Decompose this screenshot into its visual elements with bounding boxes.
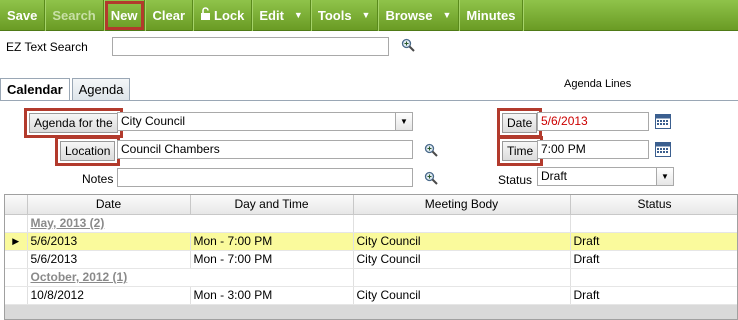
current-row-arrow-icon: ▶ bbox=[5, 232, 28, 251]
chevron-down-icon: ▼ bbox=[361, 10, 371, 20]
cell-date: 10/8/2012 bbox=[27, 286, 191, 305]
group-label[interactable]: May, 2013 (2) bbox=[27, 214, 354, 233]
status-label: Status bbox=[498, 173, 533, 187]
meetings-grid: Date Day and Time Meeting Body Status Ma… bbox=[4, 194, 738, 320]
cell-meeting-body: City Council bbox=[353, 286, 571, 305]
column-header-date[interactable]: Date bbox=[27, 195, 191, 215]
column-header-meeting-body[interactable]: Meeting Body bbox=[353, 195, 571, 215]
cell-day-time: Mon - 7:00 PM bbox=[190, 250, 354, 269]
tools-menu[interactable]: Tools ▼ bbox=[311, 0, 379, 31]
row-selector-header bbox=[5, 195, 28, 215]
browse-menu[interactable]: Browse ▼ bbox=[378, 0, 460, 31]
cell-status: Draft bbox=[570, 286, 737, 305]
chevron-down-icon: ▼ bbox=[442, 10, 452, 20]
column-header-status[interactable]: Status bbox=[570, 195, 737, 215]
minutes-button[interactable]: Minutes bbox=[459, 0, 524, 31]
time-field[interactable]: 7:00 PM bbox=[537, 140, 649, 159]
cell-status: Draft bbox=[570, 250, 737, 269]
chevron-down-icon: ▼ bbox=[293, 10, 303, 20]
calendar-icon[interactable] bbox=[655, 113, 671, 129]
agenda-for-button[interactable]: Agenda for the bbox=[24, 108, 123, 138]
agenda-for-value: City Council bbox=[121, 114, 186, 128]
cell-day-time: Mon - 7:00 PM bbox=[190, 232, 354, 251]
agenda-lines-label: Agenda Lines bbox=[564, 78, 632, 90]
cell-meeting-body: City Council bbox=[353, 250, 571, 269]
cell-date: 5/6/2013 bbox=[27, 232, 191, 251]
lock-label: Lock bbox=[214, 7, 245, 23]
tab-strip: Calendar Agenda bbox=[0, 78, 132, 101]
notes-lookup-icon[interactable] bbox=[424, 171, 438, 185]
table-row[interactable]: 10/8/2012 Mon - 3:00 PM City Council Dra… bbox=[5, 286, 737, 305]
tab-calendar[interactable]: Calendar bbox=[0, 78, 70, 101]
location-field[interactable]: Council Chambers bbox=[117, 140, 413, 159]
search-button[interactable]: Search bbox=[45, 0, 104, 31]
save-button[interactable]: Save bbox=[0, 0, 46, 31]
column-header-day-time[interactable]: Day and Time bbox=[190, 195, 354, 215]
date-button[interactable]: Date bbox=[496, 108, 543, 138]
notes-label: Notes bbox=[82, 172, 114, 186]
group-row[interactable]: May, 2013 (2) bbox=[5, 214, 737, 233]
calendar-icon[interactable] bbox=[655, 141, 671, 157]
chevron-down-icon[interactable]: ▼ bbox=[395, 113, 412, 130]
grid-header: Date Day and Time Meeting Body Status bbox=[5, 195, 737, 215]
table-row[interactable]: 5/6/2013 Mon - 7:00 PM City Council Draf… bbox=[5, 250, 737, 269]
edit-label: Edit bbox=[259, 7, 284, 23]
tools-label: Tools bbox=[317, 7, 352, 23]
location-lookup-icon[interactable] bbox=[424, 143, 438, 157]
status-select[interactable]: Draft ▼ bbox=[537, 167, 674, 186]
new-button[interactable]: New bbox=[104, 0, 146, 31]
date-field[interactable]: 5/6/2013 bbox=[537, 112, 649, 131]
browse-label: Browse bbox=[385, 7, 433, 23]
group-row[interactable]: October, 2012 (1) bbox=[5, 268, 737, 287]
ez-search-label: EZ Text Search bbox=[6, 40, 88, 54]
lock-icon bbox=[200, 7, 211, 23]
cell-status: Draft bbox=[570, 232, 737, 251]
table-row[interactable]: ▶ 5/6/2013 Mon - 7:00 PM City Council Dr… bbox=[5, 232, 737, 251]
clear-button[interactable]: Clear bbox=[145, 0, 194, 31]
ez-search-input[interactable] bbox=[112, 37, 389, 56]
tab-agenda[interactable]: Agenda bbox=[71, 78, 131, 100]
cell-day-time: Mon - 3:00 PM bbox=[190, 286, 354, 305]
search-icon[interactable] bbox=[401, 38, 415, 52]
time-button[interactable]: Time bbox=[496, 136, 544, 166]
cell-meeting-body: City Council bbox=[353, 232, 571, 251]
chevron-down-icon[interactable]: ▼ bbox=[656, 168, 673, 185]
lock-button[interactable]: Lock bbox=[193, 0, 253, 31]
main-toolbar: Save Search New Clear Lock Edit ▼ Tools … bbox=[0, 0, 738, 31]
cell-date: 5/6/2013 bbox=[27, 250, 191, 269]
edit-menu[interactable]: Edit ▼ bbox=[252, 0, 311, 31]
tab-divider bbox=[0, 100, 738, 101]
agenda-for-select[interactable]: City Council ▼ bbox=[117, 112, 413, 131]
location-button[interactable]: Location bbox=[54, 136, 121, 166]
status-value: Draft bbox=[541, 169, 568, 183]
notes-field[interactable] bbox=[117, 168, 413, 187]
group-label[interactable]: October, 2012 (1) bbox=[27, 268, 354, 287]
